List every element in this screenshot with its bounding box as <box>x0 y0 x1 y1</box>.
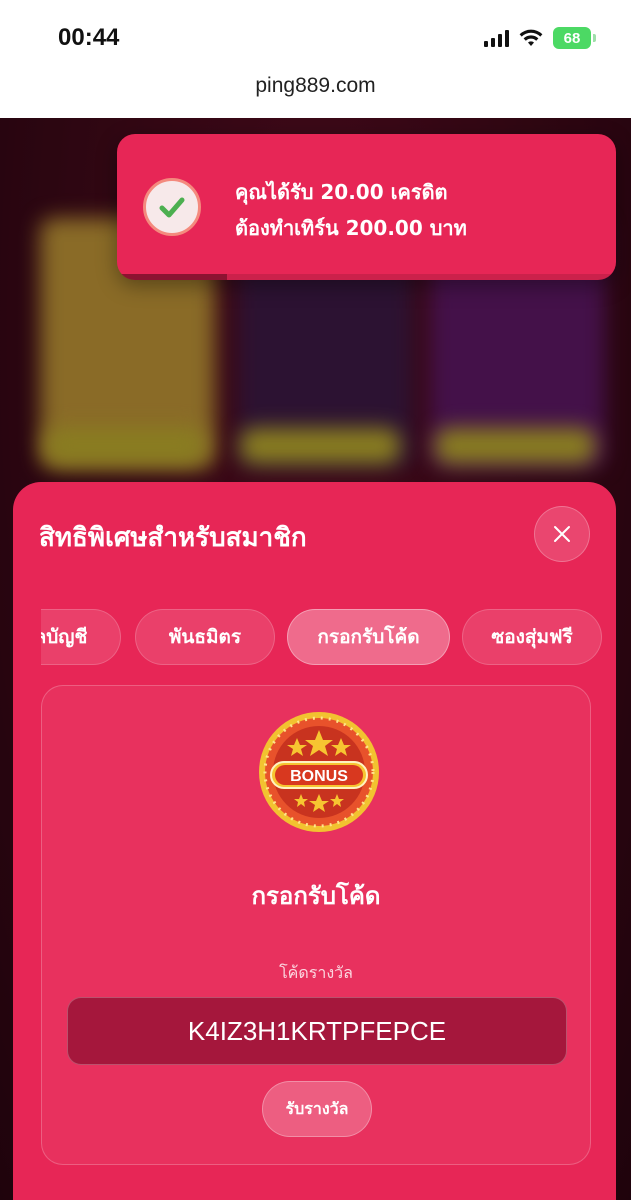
close-icon <box>554 526 570 542</box>
tab-affiliate[interactable]: พันธมิตร <box>135 609 275 665</box>
toast-line-credit: คุณได้รับ 20.00 เครดิต <box>235 180 448 204</box>
toast-progress-fill <box>117 274 227 280</box>
tab-label: พันธมิตร <box>168 626 242 648</box>
tab-redeem-code[interactable]: กรอกรับโค้ด <box>287 609 450 665</box>
signal-icon <box>484 29 509 47</box>
tab-label: ซองสุ่มฟรี <box>491 626 573 648</box>
tab-label: ลบัญชี <box>41 626 88 648</box>
toast-progress-bar <box>117 274 616 280</box>
member-privileges-modal: สิทธิพิเศษสำหรับสมาชิก ลบัญชี พันธมิตร ก… <box>13 482 616 1200</box>
tab-label: กรอกรับโค้ด <box>317 626 420 648</box>
wifi-icon <box>519 29 543 46</box>
notification-toast[interactable]: คุณได้รับ 20.00 เครดิต ต้องทำเทิร์น 200.… <box>117 134 616 280</box>
status-icons: 68 <box>484 26 596 50</box>
bonus-badge-text: BONUS <box>290 768 348 785</box>
card-title: กรอกรับโค้ด <box>251 882 381 910</box>
tab-bar: ลบัญชี พันธมิตร กรอกรับโค้ด ซองสุ่มฟรี <box>41 609 616 665</box>
redeem-code-card: BONUS กรอกรับโค้ด โค้ดรางวัล รับรางวัล <box>41 685 591 1165</box>
toast-message: คุณได้รับ 20.00 เครดิต ต้องทำเทิร์น 200.… <box>235 174 467 246</box>
bonus-badge-icon: BONUS <box>259 712 379 832</box>
modal-title: สิทธิพิเศษสำหรับสมาชิก <box>39 523 307 553</box>
url-bar[interactable]: ping889.com <box>0 74 631 98</box>
status-time: 00:44 <box>58 24 120 51</box>
tab-free-envelope[interactable]: ซองสุ่มฟรี <box>462 609 602 665</box>
toast-line-turnover: ต้องทำเทิร์น 200.00 บาท <box>235 216 467 240</box>
close-button[interactable] <box>534 506 590 562</box>
reward-code-input[interactable] <box>67 997 567 1065</box>
battery-icon: 68 <box>553 27 596 49</box>
check-circle-icon <box>143 178 201 236</box>
status-bar: 00:44 68 ping889.com <box>0 0 631 118</box>
code-label: โค้ดรางวัล <box>279 963 353 982</box>
tab-account[interactable]: ลบัญชี <box>41 609 121 665</box>
claim-reward-button[interactable]: รับรางวัล <box>262 1081 372 1137</box>
